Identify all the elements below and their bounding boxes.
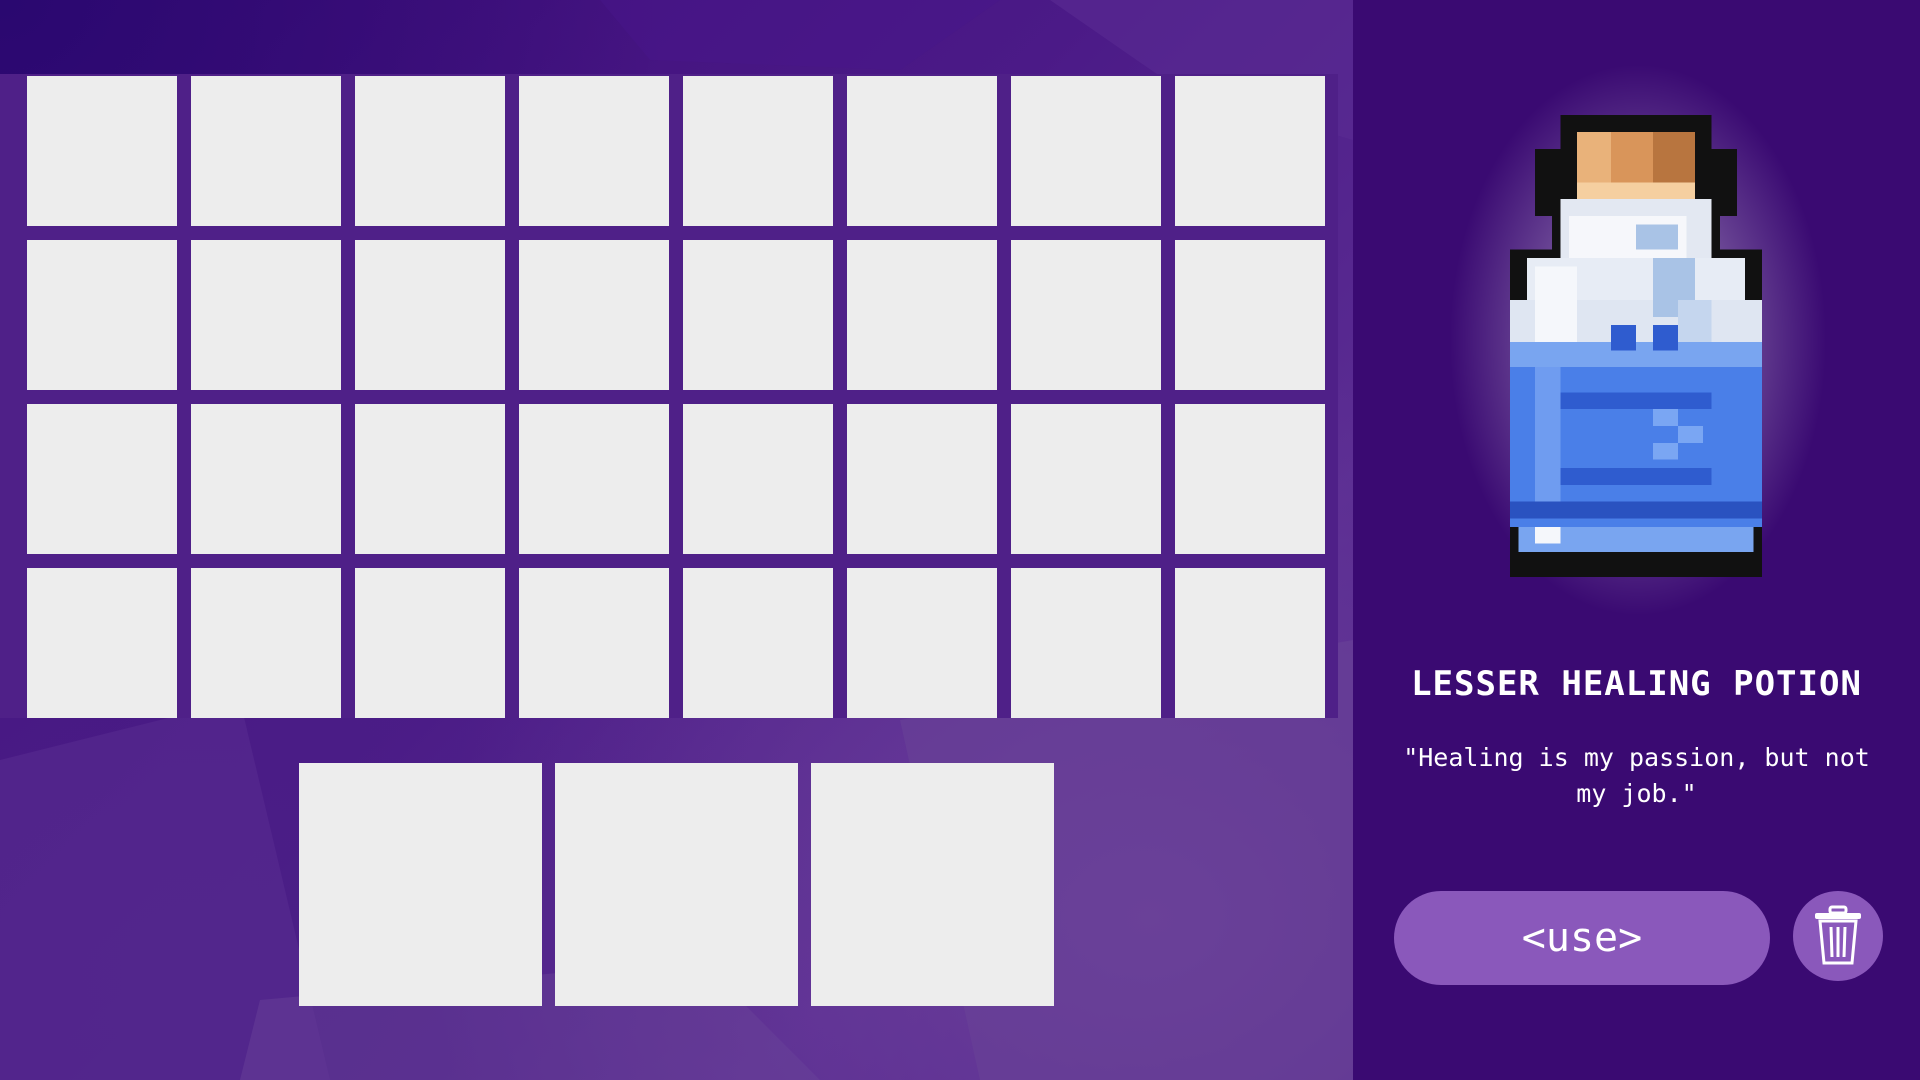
item-name: LESSER HEALING POTION <box>1411 664 1862 704</box>
inventory-slot[interactable] <box>847 240 997 390</box>
item-detail-panel: LESSER HEALING POTION "Healing is my pas… <box>1353 0 1920 1080</box>
inventory-slot[interactable] <box>191 404 341 554</box>
inventory-slot[interactable] <box>683 568 833 718</box>
inventory-slot[interactable] <box>847 568 997 718</box>
inventory-slot[interactable] <box>27 240 177 390</box>
inventory-slot[interactable] <box>355 404 505 554</box>
crafting-slot[interactable] <box>299 763 542 1006</box>
inventory-slot[interactable] <box>27 568 177 718</box>
inventory-slot[interactable] <box>1175 240 1325 390</box>
trash-button[interactable] <box>1793 891 1883 981</box>
inventory-slot[interactable] <box>847 76 997 226</box>
inventory-slot[interactable] <box>1175 568 1325 718</box>
inventory-slot[interactable] <box>1011 404 1161 554</box>
trash-icon <box>1815 905 1861 965</box>
inventory-slot[interactable] <box>683 240 833 390</box>
blue-potion-bottle-icon <box>1510 115 1762 578</box>
inventory-slot[interactable] <box>355 240 505 390</box>
inventory-slot[interactable] <box>683 404 833 554</box>
inventory-slot[interactable] <box>683 76 833 226</box>
inventory-slot[interactable] <box>1175 404 1325 554</box>
inventory-slot[interactable] <box>847 404 997 554</box>
inventory-slot[interactable] <box>27 76 177 226</box>
use-button[interactable]: <use> <box>1394 891 1770 985</box>
inventory-slot[interactable] <box>355 76 505 226</box>
inventory-slot[interactable] <box>1011 76 1161 226</box>
item-description: "Healing is my passion, but not my job." <box>1403 743 1870 808</box>
inventory-slot[interactable] <box>191 76 341 226</box>
crafting-slot[interactable] <box>555 763 798 1006</box>
inventory-slot[interactable] <box>191 240 341 390</box>
inventory-slot[interactable] <box>27 404 177 554</box>
inventory-slot[interactable] <box>519 76 669 226</box>
inventory-slot[interactable] <box>355 568 505 718</box>
inventory-slot[interactable] <box>1011 240 1161 390</box>
inventory-slot[interactable] <box>1011 568 1161 718</box>
inventory-grid <box>0 74 1338 718</box>
inventory-slot[interactable] <box>519 568 669 718</box>
inventory-slot[interactable] <box>1175 76 1325 226</box>
crafting-slot[interactable] <box>811 763 1054 1006</box>
inventory-slot[interactable] <box>519 404 669 554</box>
inventory-slot[interactable] <box>191 568 341 718</box>
inventory-area <box>0 0 1353 1080</box>
inventory-slot[interactable] <box>519 240 669 390</box>
